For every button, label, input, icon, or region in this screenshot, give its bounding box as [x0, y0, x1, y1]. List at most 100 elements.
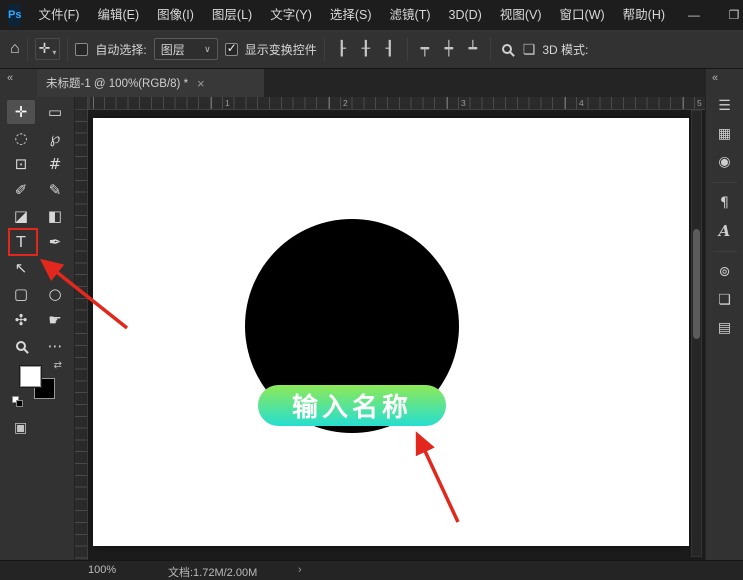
scrollbar-thumb[interactable]	[693, 229, 700, 339]
search-icon[interactable]	[502, 44, 512, 54]
menu-item-view[interactable]: 视图(V)	[491, 0, 551, 30]
menu-item-help[interactable]: 帮助(H)	[614, 0, 674, 30]
zoom-tool[interactable]	[7, 334, 35, 358]
vertical-ruler	[75, 110, 88, 560]
3d-mode-label: 3D 模式:	[542, 41, 588, 58]
auto-select-checkbox[interactable]	[75, 43, 88, 56]
auto-select-target-dropdown[interactable]: 图层 ∨	[154, 38, 218, 60]
ruler-corner	[75, 97, 88, 110]
separator	[407, 37, 408, 61]
collapse-panel-icon[interactable]: «	[7, 72, 12, 84]
menu-item-layer[interactable]: 图层(L)	[203, 0, 261, 30]
separator	[490, 37, 491, 61]
menu-bar: Ps 文件(F) 编辑(E) 图像(I) 图层(L) 文字(Y) 选择(S) 滤…	[0, 0, 743, 30]
document-tab-title: 未标题-1 @ 100%(RGB/8) *	[46, 75, 188, 91]
eraser-tool[interactable]: ◪	[7, 204, 35, 228]
styles-panel-icon[interactable]: ▦	[711, 121, 739, 147]
move-tool[interactable]: ✛	[7, 100, 35, 124]
lasso-tool[interactable]: ℘	[41, 126, 69, 150]
canvas[interactable]: 输入名称	[93, 118, 689, 546]
menu-item-3d[interactable]: 3D(D)	[440, 0, 491, 30]
menu-item-file[interactable]: 文件(F)	[29, 0, 88, 30]
status-expand-icon[interactable]: ›	[298, 564, 302, 576]
menu-item-image[interactable]: 图像(I)	[148, 0, 203, 30]
ruler-tick: 4	[579, 97, 584, 109]
color-swatches: ⇄	[12, 362, 64, 410]
foreground-color-swatch[interactable]	[20, 366, 41, 387]
align-center-icon[interactable]: ╂	[356, 41, 376, 57]
ruler-tick: 1	[225, 97, 230, 109]
align-buttons-group: ┠ ╂ ┨	[332, 41, 400, 57]
tools-panel-header: «	[0, 69, 37, 97]
adjustments-panel-icon[interactable]: ☰	[711, 93, 739, 119]
zoom-level-field[interactable]: 100%	[88, 564, 116, 576]
swap-colors-icon[interactable]: ⇄	[54, 360, 62, 371]
workspace-icon[interactable]: ❏	[523, 41, 536, 58]
collapse-dock-icon[interactable]: «	[712, 72, 717, 84]
align-bottom-icon[interactable]: ┷	[463, 41, 483, 57]
menu-item-window[interactable]: 窗口(W)	[551, 0, 614, 30]
color-panel-icon[interactable]: ◉	[711, 149, 739, 175]
pen-tool[interactable]: ✒	[41, 230, 69, 254]
gradient-tool[interactable]: ◧	[41, 204, 69, 228]
photoshop-window: Ps 文件(F) 编辑(E) 图像(I) 图层(L) 文字(Y) 选择(S) 滤…	[0, 0, 743, 580]
path-selection-tool[interactable]: ↖	[7, 256, 35, 280]
separator	[27, 37, 28, 61]
tool-grid: ✛ ▭ ◌ ℘ ⊡ # ✐ ✎ ◪ ◧ T ✒ ↖ ▢ ○ ✣ ☛ ⋯	[4, 99, 72, 359]
custom-shape-tool[interactable]: ✣	[7, 308, 35, 332]
show-transform-label: 显示变换控件	[245, 41, 317, 58]
character-panel-icon[interactable]: A	[711, 218, 739, 244]
divider	[713, 251, 737, 252]
rectangular-marquee-tool[interactable]: ▭	[41, 100, 69, 124]
separator	[67, 37, 68, 61]
menu-item-select[interactable]: 选择(S)	[321, 0, 381, 30]
menu-item-edit[interactable]: 编辑(E)	[88, 0, 148, 30]
info-panel-icon[interactable]: ▤	[711, 315, 739, 341]
ellipse-tool[interactable]: ○	[41, 282, 69, 306]
layers-panel-icon[interactable]: ❏	[711, 287, 739, 313]
ruler-tick: 2	[343, 97, 348, 109]
restore-icon[interactable]: ❐	[714, 0, 743, 30]
separator	[324, 37, 325, 61]
quick-mask-icon[interactable]: ▣	[14, 419, 27, 436]
menu-item-type[interactable]: 文字(Y)	[261, 0, 321, 30]
ruler-tick: 5	[697, 97, 702, 109]
document-area: 1 2 3 4 5 输入名称	[75, 97, 705, 560]
chevron-down-icon: ▾	[52, 48, 56, 57]
quick-selection-tool[interactable]: ⊡	[7, 152, 35, 176]
move-tool-icon: ✛	[39, 41, 51, 57]
minimize-icon[interactable]: —	[674, 0, 714, 30]
photoshop-logo: Ps	[8, 4, 21, 26]
rectangle-tool[interactable]: ▢	[7, 282, 35, 306]
align-middle-icon[interactable]: ┿	[439, 41, 459, 57]
status-bar: 100% 文档:1.72M/2.00M ›	[0, 560, 743, 580]
default-background-icon	[16, 400, 23, 407]
align-right-icon[interactable]: ┨	[380, 41, 400, 57]
auto-select-label: 自动选择:	[95, 41, 146, 58]
menu-item-filter[interactable]: 滤镜(T)	[381, 0, 440, 30]
auto-select-target-value: 图层	[161, 41, 185, 58]
ruler-tick: 3	[461, 97, 466, 109]
elliptical-marquee-tool[interactable]: ◌	[7, 126, 35, 150]
document-tab[interactable]: 未标题-1 @ 100%(RGB/8) * ×	[37, 69, 264, 97]
brush-tool[interactable]: ✎	[41, 178, 69, 202]
align-left-icon[interactable]: ┠	[332, 41, 352, 57]
close-tab-icon[interactable]: ×	[197, 77, 205, 90]
show-transform-checkbox[interactable]	[225, 43, 238, 56]
divider	[713, 182, 737, 183]
tools-panel: ✛ ▭ ◌ ℘ ⊡ # ✐ ✎ ◪ ◧ T ✒ ↖ ▢ ○ ✣ ☛ ⋯ ⇄	[0, 97, 75, 560]
crop-tool[interactable]: #	[41, 152, 69, 176]
hand-tool[interactable]: ☛	[41, 308, 69, 332]
vertical-scrollbar[interactable]	[691, 110, 702, 557]
document-size-info: 文档:1.72M/2.00M	[168, 564, 257, 580]
align-top-icon[interactable]: ┯	[415, 41, 435, 57]
active-tool-preset[interactable]: ✛ ▾	[35, 38, 61, 60]
more-tools-button[interactable]: ⋯	[41, 334, 69, 358]
properties-panel-icon[interactable]: ⊚	[711, 259, 739, 285]
home-icon[interactable]: ⌂	[10, 40, 20, 58]
eyedropper-tool[interactable]: ✐	[7, 178, 35, 202]
input-name-button: 输入名称	[258, 385, 446, 426]
paragraph-panel-icon[interactable]: ¶	[711, 190, 739, 216]
default-colors-icon[interactable]	[12, 396, 25, 408]
type-tool[interactable]: T	[7, 230, 35, 254]
